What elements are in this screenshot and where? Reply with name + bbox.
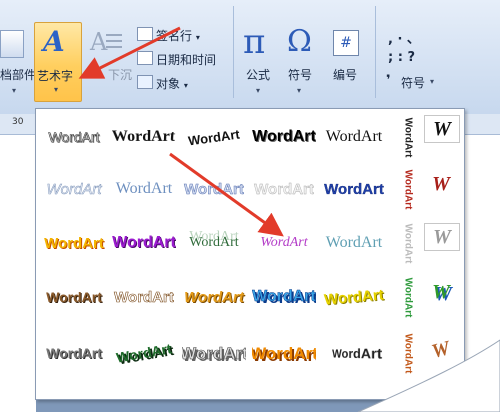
- annotation-overlay: [78, 26, 500, 412]
- page-curl-shape: [357, 339, 500, 412]
- annotation-arrow: [169, 152, 284, 237]
- annotation-arrow: [78, 26, 181, 79]
